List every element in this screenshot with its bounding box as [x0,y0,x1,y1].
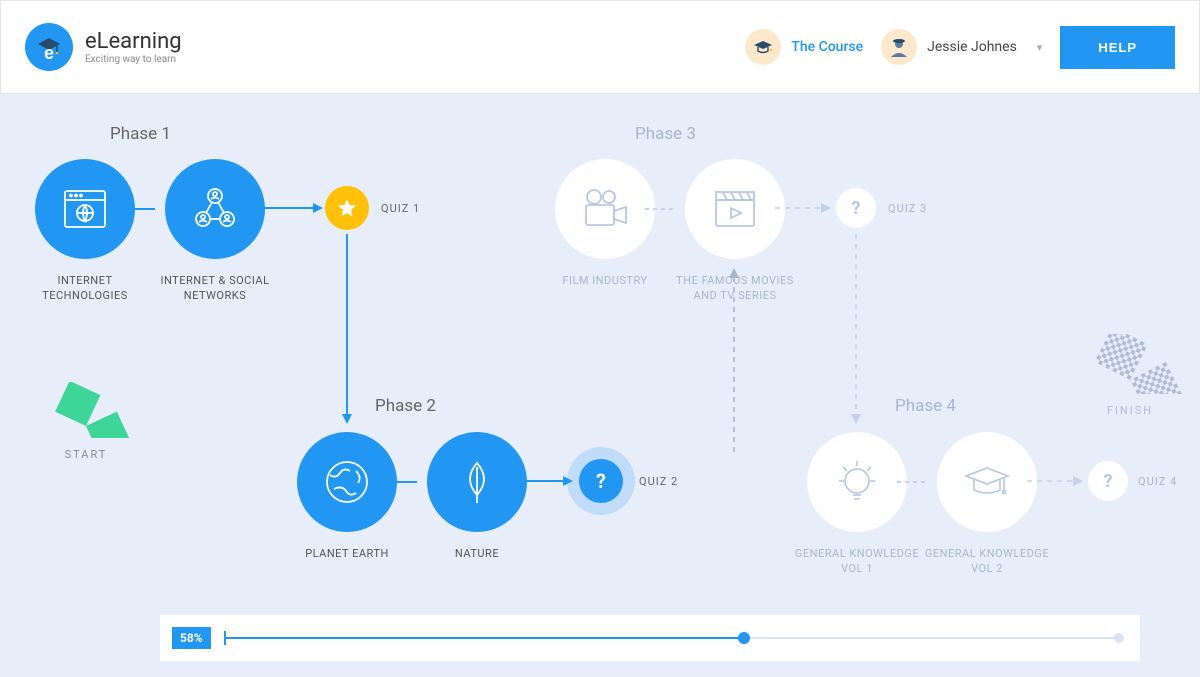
header: e eLearning Exciting way to learn The Co… [0,0,1200,94]
phase-1-title: Phase 1 [110,124,171,144]
network-icon [165,159,265,259]
user-menu[interactable]: Jessie Johnes ▾ [881,29,1042,65]
leaf-icon [427,432,527,532]
quiz-3[interactable]: ? QUIZ 3 [836,188,927,228]
node-planet-earth[interactable]: PLANET EARTH [282,432,412,561]
lightbulb-icon [807,432,907,532]
quiz-4[interactable]: ? QUIZ 4 [1088,461,1177,501]
start-marker: START [36,382,136,461]
svg-text:e: e [44,43,54,63]
avatar-icon [881,29,917,65]
quiz-1[interactable]: QUIZ 1 [325,186,420,230]
help-button[interactable]: HELP [1060,26,1175,69]
question-icon: ? [579,459,623,503]
brand-title: eLearning [85,29,182,54]
phase-3-title: Phase 3 [635,124,696,144]
camera-icon [555,159,655,259]
progress-percent-badge: 58% [172,627,211,649]
node-nature[interactable]: NATURE [412,432,542,561]
learning-path-board: Phase 1 Phase 3 Phase 2 Phase 4 INTERNET… [0,94,1200,614]
brand-subtitle: Exciting way to learn [85,54,182,65]
node-gk-vol1[interactable]: GENERAL KNOWLEDGE VOL 1 [792,432,922,577]
graduation-cap-icon [745,29,781,65]
clapperboard-icon [685,159,785,259]
star-icon [325,186,369,230]
course-link[interactable]: The Course [745,29,863,65]
finish-marker: FINISH [1070,334,1190,417]
phase-4-title: Phase 4 [895,396,956,416]
finish-flags-icon [1070,334,1190,394]
chevron-down-icon: ▾ [1037,41,1043,54]
quiz-2[interactable]: ? QUIZ 2 [579,459,678,503]
graduation-cap-icon [937,432,1037,532]
globe-icon [297,432,397,532]
progress-track [225,637,1120,639]
start-flags-icon [36,382,136,438]
question-icon: ? [836,188,876,228]
progress-bar[interactable]: 58% [160,615,1140,661]
progress-thumb[interactable] [738,632,750,644]
question-icon: ? [1088,461,1128,501]
node-internet-technologies[interactable]: INTERNET TECHNOLOGIES [20,159,150,304]
node-social-networks[interactable]: INTERNET & SOCIAL NETWORKS [150,159,280,304]
browser-icon [35,159,135,259]
phase-2-title: Phase 2 [375,396,436,416]
node-movies-tv[interactable]: THE FAMOUS MOVIES AND TV SERIES [670,159,800,304]
logo-icon: e [25,23,73,71]
brand[interactable]: e eLearning Exciting way to learn [25,23,182,71]
node-film-industry[interactable]: FILM INDUSTRY [540,159,670,288]
node-gk-vol2[interactable]: GENERAL KNOWLEDGE VOL 2 [922,432,1052,577]
